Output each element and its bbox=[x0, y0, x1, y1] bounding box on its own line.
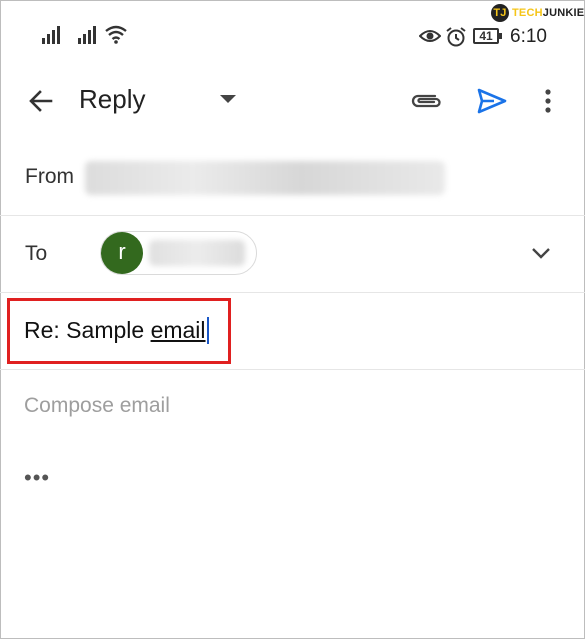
page-title: Reply bbox=[79, 84, 146, 114]
subject-row[interactable]: Re: Sample email bbox=[0, 293, 585, 370]
avatar: r bbox=[101, 232, 143, 274]
signal-icon bbox=[78, 26, 96, 44]
from-address-redacted[interactable] bbox=[85, 161, 445, 195]
techjunkie-watermark: TJ TECH JUNKIE bbox=[491, 2, 584, 24]
app-bar: Reply bbox=[0, 78, 585, 140]
to-label: To bbox=[25, 242, 48, 265]
from-row[interactable]: From bbox=[0, 140, 585, 216]
subject-field[interactable]: Re: Sample email bbox=[24, 317, 209, 344]
chevron-down-icon[interactable] bbox=[530, 246, 552, 260]
to-row[interactable]: To r bbox=[0, 216, 585, 293]
subject-prefix: Re: Sample bbox=[24, 317, 151, 343]
attachment-icon[interactable] bbox=[409, 86, 443, 116]
more-vert-icon[interactable] bbox=[541, 86, 555, 116]
clock: 6:10 bbox=[510, 26, 547, 47]
recipient-name-redacted bbox=[149, 240, 245, 266]
wifi-icon bbox=[105, 25, 127, 44]
eye-icon bbox=[419, 30, 441, 42]
battery-icon: 41 bbox=[473, 28, 502, 44]
recipient-chip[interactable]: r bbox=[100, 231, 257, 275]
text-cursor bbox=[206, 317, 209, 344]
techjunkie-logo-icon: TJ bbox=[491, 4, 509, 22]
dropdown-caret-icon[interactable] bbox=[220, 95, 236, 103]
compose-email-field[interactable]: Compose email bbox=[24, 394, 170, 418]
status-bar: 41 6:10 TJ TECH JUNKIE bbox=[0, 0, 585, 78]
back-arrow-icon[interactable] bbox=[26, 86, 56, 116]
signal-icon bbox=[42, 26, 60, 44]
send-icon[interactable] bbox=[476, 86, 508, 116]
show-quoted-text-button[interactable]: ••• bbox=[24, 465, 50, 491]
alarm-icon bbox=[446, 27, 466, 47]
watermark-text-junkie: JUNKIE bbox=[542, 7, 585, 19]
watermark-text-tech: TECH bbox=[512, 7, 543, 19]
from-label: From bbox=[25, 165, 74, 188]
subject-word: email bbox=[150, 317, 206, 343]
